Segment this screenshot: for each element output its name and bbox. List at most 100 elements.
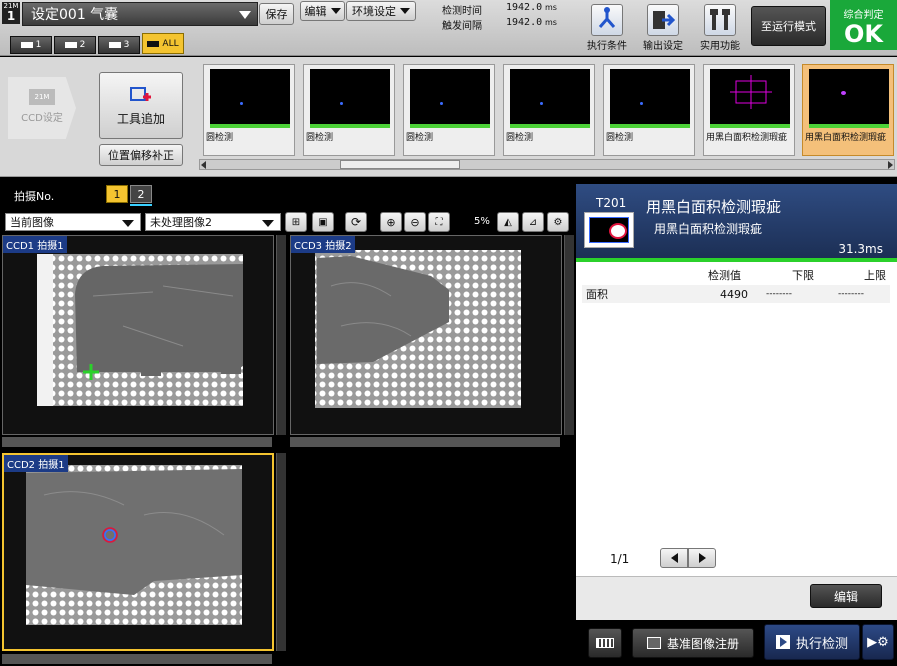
camera-icon: 21M bbox=[29, 89, 55, 105]
zoom-out-icon[interactable]: ⊖ bbox=[404, 212, 426, 232]
ccd-tab-3[interactable]: 3 bbox=[98, 36, 140, 54]
camera-image bbox=[37, 254, 243, 406]
edit-menu-button[interactable]: 编辑 bbox=[300, 1, 345, 21]
thumbnail-2[interactable]: 圆检测 bbox=[303, 64, 395, 156]
thumbnail-status-bar bbox=[710, 124, 790, 128]
output-setting-label: 输出设定 bbox=[643, 41, 683, 52]
environment-menu-button[interactable]: 环境设定 bbox=[346, 1, 416, 21]
thumbnail-scrollbar[interactable] bbox=[199, 159, 895, 170]
output-setting-button[interactable]: 输出设定 bbox=[639, 2, 687, 54]
result-panel: T201 用黑白面积检测瑕疵 用黑白面积检测瑕疵 31.3ms 检测值 下限 上… bbox=[576, 184, 897, 620]
arrow-left-icon bbox=[670, 553, 678, 563]
ccd-tab-1[interactable]: 1 bbox=[10, 36, 52, 54]
scrollbar-thumb[interactable] bbox=[340, 160, 460, 169]
ccd-tab-all[interactable]: ALL bbox=[142, 33, 184, 54]
table-row[interactable]: 面积 4490 -------- -------- bbox=[582, 285, 890, 303]
result-table-header: 检测值 下限 上限 bbox=[582, 266, 890, 284]
page-next-button[interactable] bbox=[688, 548, 716, 568]
ccd-tab-2[interactable]: 2 bbox=[54, 36, 96, 54]
thumbnail-label: 用黑白面积检测瑕疵 bbox=[805, 133, 887, 143]
thumbnail-preview bbox=[610, 69, 690, 125]
thumbnail-status-bar bbox=[809, 124, 889, 128]
thumbnail-label: 圆检测 bbox=[206, 133, 234, 143]
image-settings-icon[interactable]: ⚙ bbox=[547, 212, 569, 232]
page-prev-button[interactable] bbox=[660, 548, 688, 568]
setting-selector[interactable]: 设定001 气囊 bbox=[22, 2, 258, 26]
snapshot-icon[interactable]: ▣ bbox=[312, 212, 334, 232]
chevron-down-icon bbox=[239, 11, 251, 19]
tool-preview-icon bbox=[584, 212, 634, 248]
run-settings-button[interactable]: ▶⚙ bbox=[862, 624, 894, 660]
fit-screen-icon[interactable]: ⛶ bbox=[428, 212, 450, 232]
crop-icon[interactable]: ⊿ bbox=[522, 212, 544, 232]
view1-hscroll[interactable] bbox=[2, 437, 272, 447]
edit-button[interactable]: 编辑 bbox=[810, 584, 882, 608]
view3-vscroll[interactable] bbox=[276, 453, 286, 651]
capture-tab-2[interactable]: 2 bbox=[130, 185, 152, 203]
camera-image bbox=[26, 465, 242, 625]
ccd-tab-label: 1 bbox=[35, 40, 42, 50]
zoom-in-icon[interactable]: ⊕ bbox=[380, 212, 402, 232]
view1-vscroll[interactable] bbox=[276, 235, 286, 435]
layout-icon[interactable]: ⊞ bbox=[285, 212, 307, 232]
ccd-setting-button[interactable]: 21M CCD设定 bbox=[8, 77, 76, 139]
scroll-left-icon[interactable] bbox=[201, 161, 206, 169]
top-bar: 21M 1 设定001 气囊 保存 编辑 环境设定 检测时间 1942.0 ms… bbox=[0, 0, 897, 56]
view-label: CCD3 拍摄2 bbox=[291, 236, 355, 253]
tool-add-button[interactable]: 工具追加 bbox=[99, 72, 183, 139]
detect-time-label: 检测时间 bbox=[442, 6, 482, 17]
utility-button[interactable]: 实用功能 bbox=[696, 2, 744, 54]
camera-icon bbox=[147, 40, 160, 47]
tool-name: 用黑白面积检测瑕疵 bbox=[646, 198, 782, 216]
scroll-right-icon[interactable] bbox=[888, 161, 893, 169]
judgement-value: OK bbox=[844, 20, 883, 48]
run-detection-label: 执行检测 bbox=[795, 636, 848, 652]
save-button[interactable]: 保存 bbox=[259, 3, 294, 25]
capture-tab-indicator bbox=[130, 204, 152, 206]
keyboard-button[interactable] bbox=[588, 628, 622, 658]
thumbnail-3[interactable]: 圆检测 bbox=[403, 64, 495, 156]
thumbnail-5[interactable]: 圆检测 bbox=[603, 64, 695, 156]
thumbnail-4[interactable]: 圆检测 bbox=[503, 64, 595, 156]
circle-marker bbox=[640, 102, 643, 105]
logo-number: 1 bbox=[6, 9, 16, 23]
tool-subtitle: 用黑白面积检测瑕疵 bbox=[654, 222, 763, 236]
image-view-ccd1[interactable]: CCD1 拍摄1 bbox=[2, 235, 274, 435]
capture-tab-1[interactable]: 1 bbox=[106, 185, 128, 203]
position-offset-button[interactable]: 位置偏移补正 bbox=[99, 144, 183, 166]
unprocessed-image-select[interactable]: 未处理图像2 bbox=[145, 213, 281, 231]
output-icon bbox=[647, 4, 679, 36]
thumbnail-6[interactable]: 用黑白面积检测瑕疵 bbox=[703, 64, 795, 156]
circle-marker bbox=[340, 102, 343, 105]
col-value: 检测值 bbox=[708, 269, 741, 282]
view2-vscroll[interactable] bbox=[564, 235, 574, 435]
camera-icon bbox=[64, 42, 77, 48]
thumbnail-1[interactable]: 圆检测 bbox=[203, 64, 295, 156]
register-reference-button[interactable]: 基准图像注册 bbox=[632, 628, 754, 658]
thumbnail-7[interactable]: 用黑白面积检测瑕疵 bbox=[802, 64, 894, 156]
judgement-panel: 综合判定 OK bbox=[830, 0, 897, 50]
run-mode-button[interactable]: 至运行模式 bbox=[751, 6, 826, 46]
histogram-icon[interactable]: ◭ bbox=[497, 212, 519, 232]
view3-hscroll[interactable] bbox=[2, 654, 272, 664]
capture-label: 拍摄No. bbox=[14, 190, 55, 203]
current-image-select[interactable]: 当前图像 bbox=[5, 213, 141, 231]
app-logo: 21M 1 bbox=[2, 2, 20, 24]
circle-marker bbox=[440, 102, 443, 105]
execution-condition-button[interactable]: 执行条件 bbox=[583, 2, 631, 54]
thumbnail-status-bar bbox=[410, 124, 490, 128]
region-marker-icon bbox=[730, 75, 772, 109]
chevron-down-icon bbox=[122, 220, 134, 227]
refresh-icon[interactable]: ⟳ bbox=[345, 212, 367, 232]
chevron-down-icon bbox=[262, 220, 274, 227]
image-view-ccd2[interactable]: CCD2 拍摄1 bbox=[2, 453, 274, 651]
run-detection-button[interactable]: 执行检测 bbox=[764, 624, 860, 660]
trigger-interval-label: 触发间隔 bbox=[442, 21, 482, 32]
add-tool-icon bbox=[130, 86, 151, 101]
image-view-ccd3[interactable]: CCD3 拍摄2 bbox=[290, 235, 562, 435]
view-label: CCD1 拍摄1 bbox=[3, 236, 67, 253]
branch-icon bbox=[591, 4, 623, 36]
keyboard-icon bbox=[596, 638, 614, 648]
thumbnail-status-bar bbox=[610, 124, 690, 128]
view2-hscroll[interactable] bbox=[290, 437, 560, 447]
